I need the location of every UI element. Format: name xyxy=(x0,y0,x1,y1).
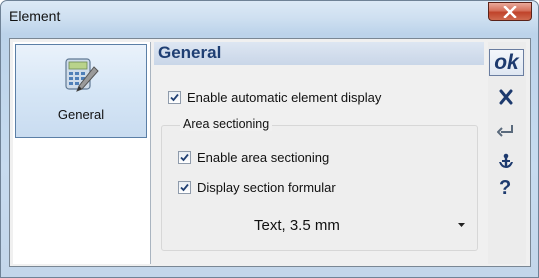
enable-area-sectioning-checkbox[interactable]: Enable area sectioning xyxy=(178,150,329,165)
calculator-pencil-icon xyxy=(65,58,99,92)
title-bar: Element xyxy=(1,1,538,33)
checkbox-box[interactable] xyxy=(178,151,191,164)
help-question-icon[interactable]: ? xyxy=(499,177,511,200)
checkbox-label: Display section formular xyxy=(197,180,336,195)
display-section-formular-checkbox[interactable]: Display section formular xyxy=(178,180,336,195)
ok-label: ok xyxy=(494,50,519,74)
checkbox-label: Enable area sectioning xyxy=(197,150,330,165)
nav-item-label: General xyxy=(57,107,105,122)
text-style-dropdown[interactable]: Text, 3.5 mm xyxy=(196,214,474,238)
panel-header: General xyxy=(154,42,484,65)
checkmark-icon xyxy=(170,93,179,102)
nav-item-general[interactable]: General xyxy=(15,44,147,138)
checkbox-box[interactable] xyxy=(178,181,191,194)
dialog-window: Element General General Enable automatic… xyxy=(0,0,539,278)
cancel-x-icon[interactable] xyxy=(497,89,515,105)
checkmark-icon xyxy=(180,183,189,192)
client-area: General General Enable automatic element… xyxy=(9,38,531,267)
enable-auto-display-checkbox[interactable]: Enable automatic element display xyxy=(168,90,381,105)
ok-button[interactable]: ok xyxy=(489,49,524,76)
anchor-icon[interactable] xyxy=(497,152,515,170)
category-list: General xyxy=(13,42,151,264)
window-title: Element xyxy=(9,8,61,24)
action-toolbar: ok ? xyxy=(488,42,526,264)
checkmark-icon xyxy=(180,153,189,162)
enter-return-icon[interactable] xyxy=(497,123,515,137)
dropdown-value: Text, 3.5 mm xyxy=(254,217,340,234)
panel-title: General xyxy=(158,43,222,62)
dropdown-arrow-icon xyxy=(458,223,465,227)
group-label: Area sectioning xyxy=(180,117,273,131)
close-icon xyxy=(503,5,517,18)
checkbox-box[interactable] xyxy=(168,91,181,104)
close-button[interactable] xyxy=(488,2,532,21)
checkbox-label: Enable automatic element display xyxy=(187,90,382,105)
